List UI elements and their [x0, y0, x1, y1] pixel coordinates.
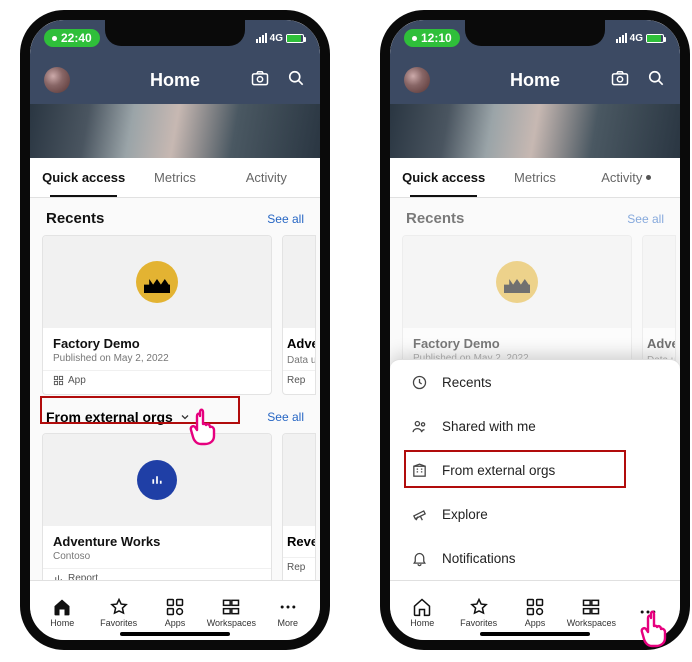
- people-icon: [410, 417, 428, 435]
- network-label: 4G: [630, 33, 643, 44]
- search-icon[interactable]: [286, 68, 306, 93]
- signal-icon: [616, 33, 627, 43]
- bottom-nav: Home Favorites Apps Workspaces: [390, 580, 680, 640]
- home-tabs: Quick access Metrics Activity: [30, 158, 320, 198]
- external-card[interactable]: Adventure Works Contoso Report: [42, 433, 272, 580]
- external-cards: Adventure Works Contoso Report Reve Rep: [30, 433, 320, 580]
- network-label: 4G: [270, 33, 283, 44]
- recents-title: Recents: [46, 210, 104, 227]
- avatar[interactable]: [404, 67, 430, 93]
- card-title: Adventure Works: [53, 534, 261, 549]
- card-subtitle: Contoso: [53, 551, 261, 562]
- avatar[interactable]: [44, 67, 70, 93]
- phone-right: 12:10 4G Home Quick access Metrics Activ…: [380, 10, 690, 650]
- card-subtitle: Published on May 2, 2022: [53, 353, 261, 364]
- sheet-item-shared[interactable]: Shared with me: [390, 404, 680, 448]
- card-type: Report: [68, 573, 98, 580]
- tab-metrics[interactable]: Metrics: [489, 158, 580, 197]
- status-time: 12:10: [404, 29, 460, 47]
- notch: [105, 20, 245, 46]
- telescope-icon: [410, 505, 428, 523]
- recents-see-all[interactable]: See all: [267, 212, 304, 226]
- camera-icon[interactable]: [250, 68, 270, 93]
- nav-favorites[interactable]: Favorites: [90, 597, 146, 628]
- tab-activity[interactable]: Activity: [221, 158, 312, 197]
- search-icon[interactable]: [646, 68, 666, 93]
- page-title: Home: [510, 70, 560, 91]
- notch: [465, 20, 605, 46]
- battery-icon: [286, 34, 304, 43]
- app-icon: [53, 375, 64, 386]
- clock-icon: [410, 373, 428, 391]
- nav-favorites[interactable]: Favorites: [450, 597, 506, 628]
- report-icon: [53, 573, 64, 580]
- external-see-all[interactable]: See all: [267, 410, 304, 424]
- banner-image: [390, 104, 680, 158]
- tab-metrics[interactable]: Metrics: [129, 158, 220, 197]
- app-header: Home: [30, 56, 320, 104]
- home-tabs: Quick access Metrics Activity: [390, 158, 680, 198]
- tab-quick-access[interactable]: Quick access: [38, 158, 129, 197]
- nav-home[interactable]: Home: [34, 597, 90, 628]
- home-indicator: [480, 632, 590, 636]
- phone-left: 22:40 4G Home Quick access Metrics Activ…: [20, 10, 330, 650]
- bottom-nav: Home Favorites Apps Workspaces More: [30, 580, 320, 640]
- building-icon: [410, 461, 428, 479]
- external-card-partial[interactable]: Reve Rep: [282, 433, 316, 580]
- nav-workspaces[interactable]: Workspaces: [563, 597, 619, 628]
- recents-card[interactable]: Factory Demo Published on May 2, 2022 Ap…: [42, 235, 272, 395]
- sheet-item-notifications[interactable]: Notifications: [390, 536, 680, 580]
- factory-icon: [136, 261, 178, 303]
- content-area: Recents See all Factory Demo Published o…: [390, 198, 680, 580]
- card-title: Factory Demo: [53, 336, 261, 351]
- nav-apps[interactable]: Apps: [507, 597, 563, 628]
- recents-card-partial[interactable]: Adve Data u Rep: [282, 235, 316, 395]
- more-menu-sheet: Recents Shared with me From external org…: [390, 359, 680, 580]
- activity-dot-icon: [646, 175, 651, 180]
- chevron-down-icon: [179, 411, 191, 423]
- card-type: App: [68, 375, 86, 386]
- tab-quick-access[interactable]: Quick access: [398, 158, 489, 197]
- external-orgs-toggle[interactable]: From external orgs: [46, 409, 191, 425]
- chart-icon: [137, 460, 177, 500]
- sheet-item-external[interactable]: From external orgs: [390, 448, 680, 492]
- recents-see-all[interactable]: See all: [627, 212, 664, 226]
- camera-icon[interactable]: [610, 68, 630, 93]
- nav-home[interactable]: Home: [394, 597, 450, 628]
- tab-activity[interactable]: Activity: [581, 158, 672, 197]
- sheet-item-recents[interactable]: Recents: [390, 360, 680, 404]
- bell-icon: [410, 549, 428, 567]
- card-title: Factory Demo: [413, 336, 621, 351]
- battery-icon: [646, 34, 664, 43]
- home-indicator: [120, 632, 230, 636]
- recents-title: Recents: [406, 210, 464, 227]
- status-time: 22:40: [44, 29, 100, 47]
- nav-more[interactable]: [620, 602, 676, 623]
- content-area: Recents See all Factory Demo Published o…: [30, 198, 320, 580]
- nav-workspaces[interactable]: Workspaces: [203, 597, 259, 628]
- factory-icon: [496, 261, 538, 303]
- nav-more[interactable]: More: [260, 597, 316, 628]
- signal-icon: [256, 33, 267, 43]
- banner-image: [30, 104, 320, 158]
- sheet-item-explore[interactable]: Explore: [390, 492, 680, 536]
- app-header: Home: [390, 56, 680, 104]
- page-title: Home: [150, 70, 200, 91]
- external-orgs-label: From external orgs: [46, 409, 173, 425]
- nav-apps[interactable]: Apps: [147, 597, 203, 628]
- recents-cards: Factory Demo Published on May 2, 2022 Ap…: [30, 235, 320, 395]
